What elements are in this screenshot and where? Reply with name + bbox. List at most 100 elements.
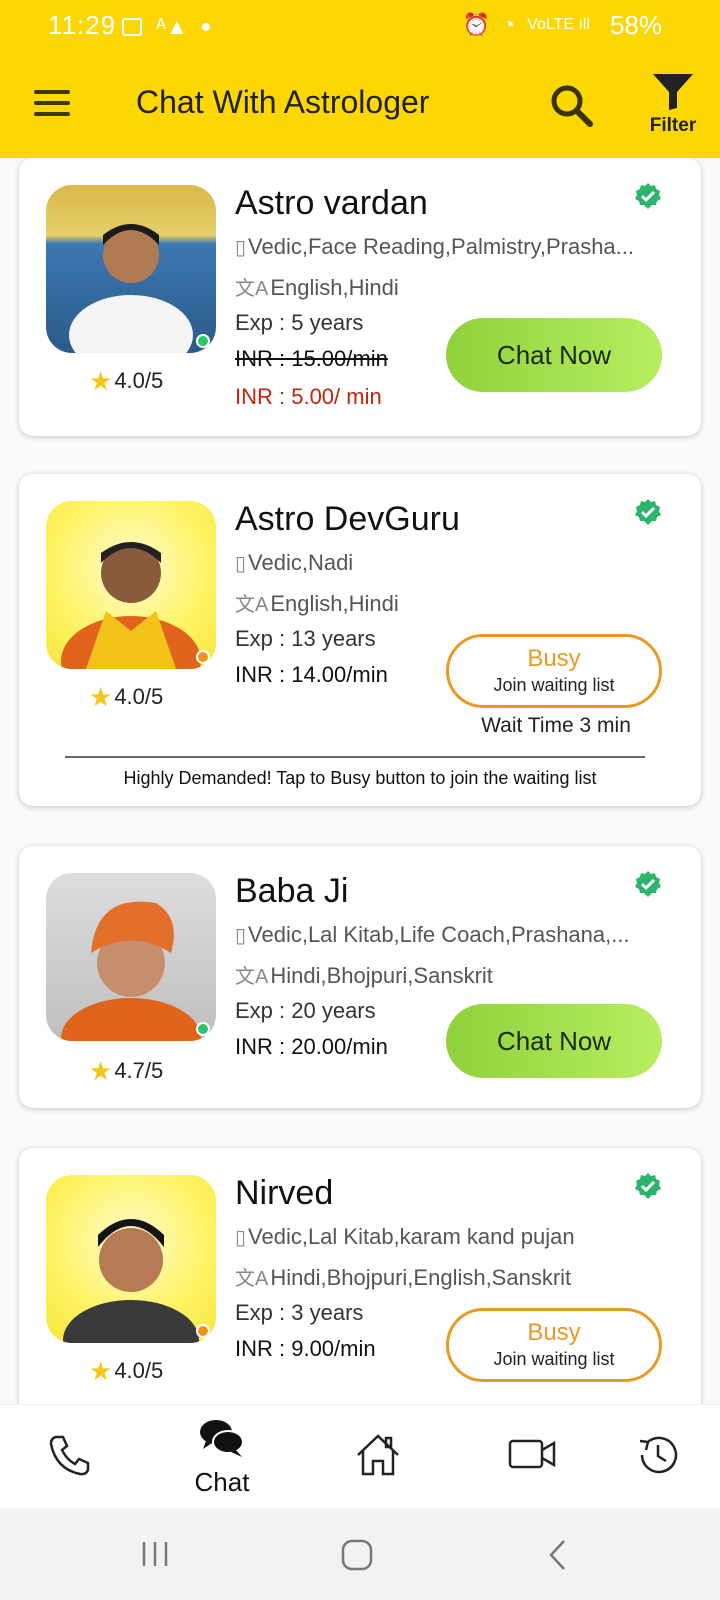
demand-note: Highly Demanded! Tap to Busy button to j… [123,768,597,788]
busy-join-waiting-button[interactable]: Busy Join waiting list [446,634,662,708]
nav-call[interactable] [18,1405,118,1509]
astrologer-card[interactable]: ★ 4.0/5 Astro vardan ▯Vedic,Face Reading… [19,158,701,436]
page-title: Chat With Astrologer [136,84,430,120]
astrologer-photo[interactable] [46,501,216,669]
skills: ▯Vedic,Lal Kitab,Life Coach,Prashana,... [235,922,630,947]
experience: Exp : 3 years [235,1300,364,1325]
astrologer-name: Nirved [235,1174,334,1212]
bottom-navigation: Chat [0,1404,720,1508]
verified-icon [635,1173,661,1199]
skills: ▯Vedic,Face Reading,Palmistry,Prasha... [235,234,635,259]
astrologer-card[interactable]: ★ 4.7/5 Baba Ji ▯Vedic,Lal Kitab,Life Co… [19,846,701,1108]
battery-level: 58% [609,10,662,40]
phone-icon [49,1435,90,1476]
astrologer-list[interactable]: ★ 4.0/5 Astro vardan ▯Vedic,Face Reading… [0,158,720,1404]
astrologer-photo[interactable] [46,185,216,353]
astrologer-name: Astro vardan [235,184,428,222]
chat-now-button[interactable]: Chat Now [446,1004,662,1078]
status-time: 11:29 [48,10,117,40]
home-icon [357,1434,399,1476]
translate-icon: 文A [235,278,269,300]
rating: ★ 4.0/5 [89,682,164,712]
busy-status-indicator [196,650,210,664]
book-icon: ▯ [235,553,247,575]
price: INR : 20.00/min [235,1034,388,1059]
filter-icon [653,74,693,110]
star-icon: ★ [89,1356,113,1386]
app-notification-icon: ᴬ▲ [156,14,188,39]
discounted-price: INR : 5.00/ min [235,384,382,409]
history-icon [639,1436,678,1474]
join-waiting-label: Join waiting list [493,675,615,695]
skills: ▯Vedic,Nadi [235,550,354,575]
rating: ★ 4.0/5 [89,1356,164,1386]
online-status-indicator [196,334,210,348]
original-price: INR : 15.00/min [235,346,388,371]
price: INR : 14.00/min [235,662,388,687]
divider [65,756,645,758]
back-icon[interactable] [546,1538,570,1572]
person-avatar-icon [61,542,201,669]
verified-icon [635,499,661,525]
signal-icon: VoLTE ıll [527,16,590,33]
skills: ▯Vedic,Lal Kitab,karam kand pujan [235,1224,575,1249]
person-avatar-icon [69,224,193,353]
star-icon: ★ [89,366,113,396]
status-bar: 11:29 ᴬ▲ ⏰ ◔ VoLTE ıll 58% [0,0,720,52]
person-avatar-icon [63,1219,199,1343]
verified-icon [635,871,661,897]
busy-join-waiting-button[interactable]: Busy Join waiting list [446,1308,662,1382]
chat-now-button[interactable]: Chat Now [446,318,662,392]
experience: Exp : 5 years [235,310,364,335]
alarm-icon: ⏰ [462,12,490,37]
astrologer-card[interactable]: ★ 4.0/5 Nirved ▯Vedic,Lal Kitab,karam ka… [19,1148,701,1404]
astrologer-card[interactable]: ★ 4.0/5 Astro DevGuru ▯Vedic,Nadi 文AEngl… [19,474,701,806]
languages: 文AHindi,Bhojpuri,English,Sanskrit [235,1265,572,1290]
star-icon: ★ [89,1056,113,1086]
astrologer-photo[interactable] [46,873,216,1041]
languages: 文AEnglish,Hindi [235,591,399,616]
online-status-indicator [196,1022,210,1036]
nav-home[interactable] [326,1405,426,1509]
astrologer-name: Baba Ji [235,872,349,910]
join-waiting-label: Join waiting list [493,1349,615,1369]
price: INR : 9.00/min [235,1336,376,1361]
search-icon[interactable] [548,82,594,128]
chat-icon [200,1420,244,1457]
wait-time: Wait Time 3 min [481,714,631,737]
gallery-notification-icon [122,18,142,36]
experience: Exp : 13 years [235,626,376,651]
astrologer-photo[interactable] [46,1175,216,1343]
book-icon: ▯ [235,1227,247,1249]
languages: 文AEnglish,Hindi [235,275,399,300]
book-icon: ▯ [235,925,247,947]
book-icon: ▯ [235,237,247,259]
astrologer-name: Astro DevGuru [235,500,460,538]
app-header: 11:29 ᴬ▲ ⏰ ◔ VoLTE ıll 58% Chat With Ast… [0,0,720,158]
translate-icon: 文A [235,966,269,988]
experience: Exp : 20 years [235,998,376,1023]
translate-icon: 文A [235,594,269,616]
busy-label: Busy [527,645,581,672]
recent-apps-icon[interactable] [140,1538,172,1570]
video-icon [508,1439,556,1469]
verified-icon [635,183,661,209]
wifi-icon: ◔ [501,12,516,37]
filter-label: Filter [649,115,697,136]
star-icon: ★ [89,682,113,712]
nav-chat[interactable]: Chat [172,1405,272,1509]
nav-history[interactable] [606,1405,706,1509]
more-notifications-icon [201,23,210,31]
translate-icon: 文A [235,1268,269,1290]
home-button-icon[interactable] [340,1538,374,1572]
busy-status-indicator [196,1324,210,1338]
languages: 文AHindi,Bhojpuri,Sanskrit [235,963,493,988]
filter-button[interactable]: Filter [646,72,700,137]
rating: ★ 4.7/5 [89,1056,164,1086]
nav-video-call[interactable] [480,1405,580,1509]
nav-chat-label: Chat [194,1467,250,1497]
person-avatar-icon [61,901,201,1041]
system-navigation-bar [0,1508,720,1600]
busy-label: Busy [527,1319,581,1346]
menu-icon[interactable] [34,90,70,116]
